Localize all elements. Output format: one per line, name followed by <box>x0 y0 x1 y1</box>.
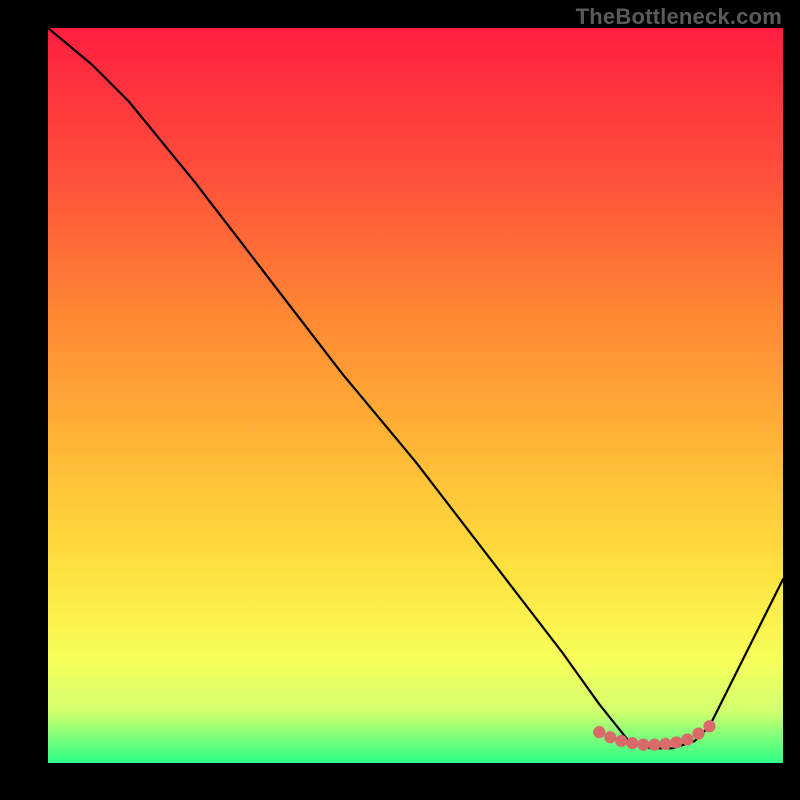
bottleneck-chart <box>48 28 783 763</box>
optimum-marker <box>616 735 627 746</box>
optimum-marker <box>704 721 715 732</box>
optimum-marker <box>627 738 638 749</box>
optimum-marker <box>638 739 649 750</box>
optimum-marker <box>649 739 660 750</box>
watermark-text: TheBottleneck.com <box>576 4 782 30</box>
optimum-marker <box>660 738 671 749</box>
optimum-marker <box>594 727 605 738</box>
optimum-marker <box>671 737 682 748</box>
optimum-marker <box>605 732 616 743</box>
optimum-marker <box>693 728 704 739</box>
optimum-marker <box>682 734 693 745</box>
